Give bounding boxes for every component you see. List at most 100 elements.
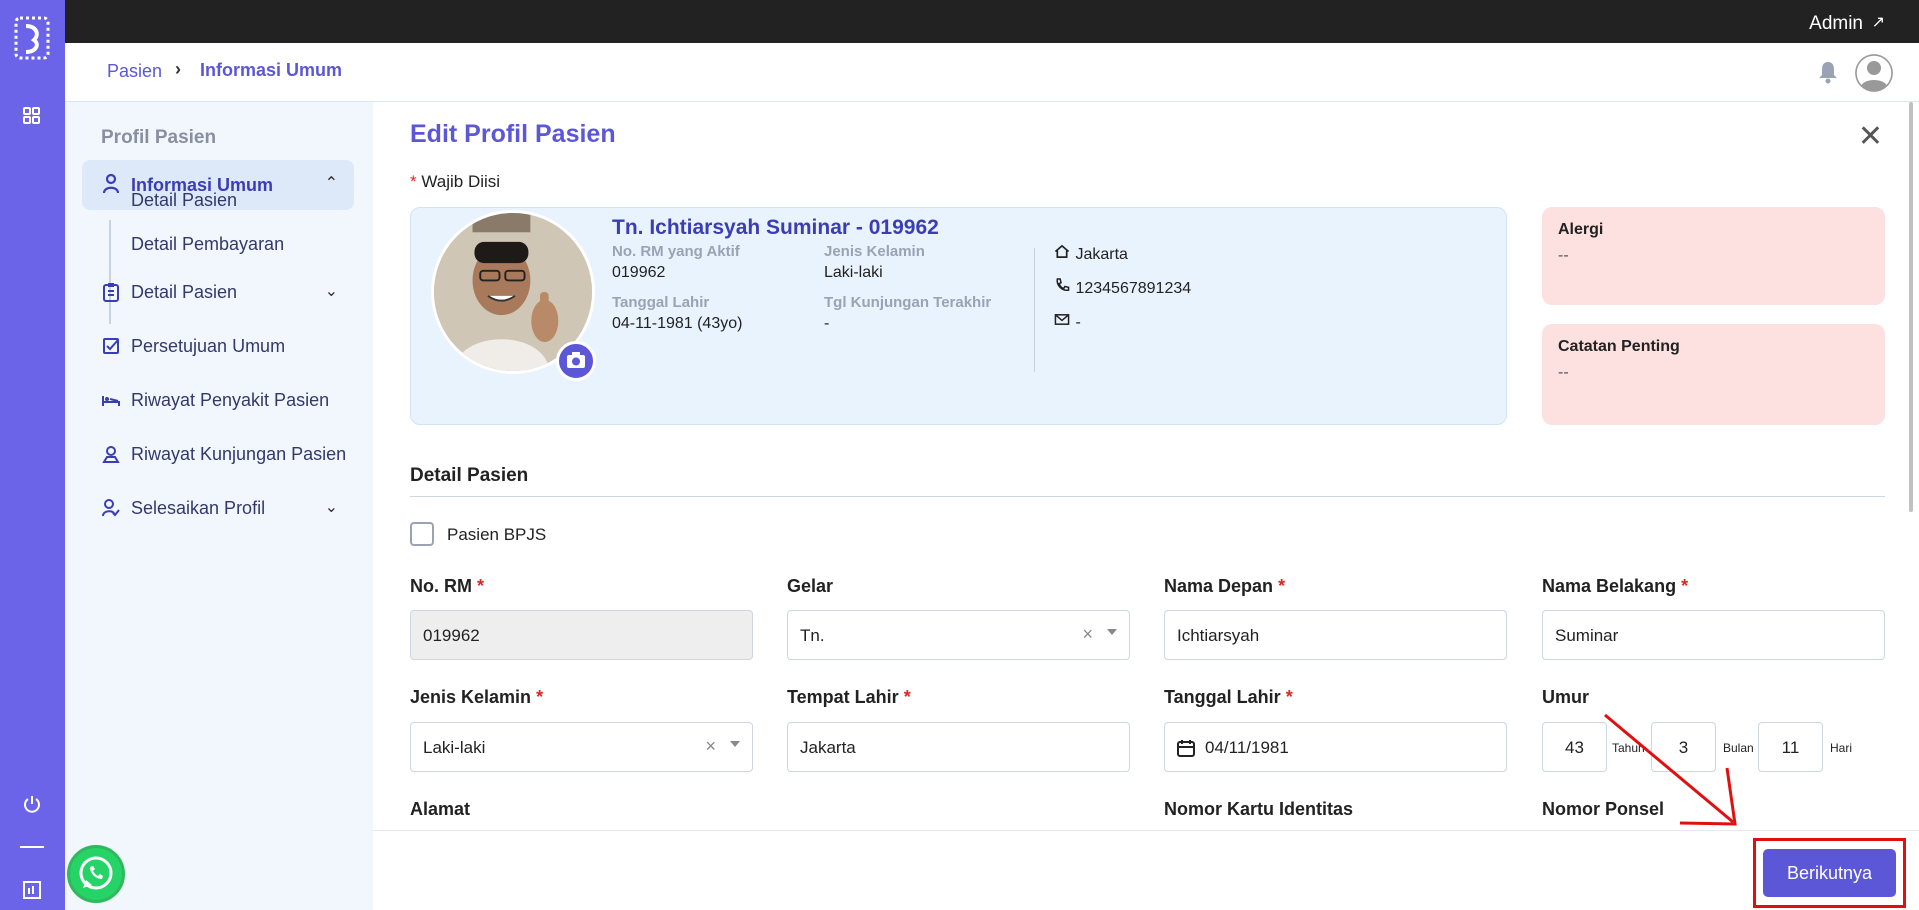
camera-glyph — [567, 352, 585, 368]
clipboard-icon — [103, 283, 119, 302]
chevron-up-icon: ⌃ — [324, 175, 338, 192]
age-years-value: 43 — [1565, 738, 1584, 757]
important-notes-box: Catatan Penting -- — [1542, 324, 1885, 425]
clear-icon[interactable]: × — [705, 736, 716, 757]
phone-row: 1234567891234 — [1053, 278, 1191, 298]
allergy-box: Alergi -- — [1542, 207, 1885, 305]
card-divider — [1034, 248, 1035, 372]
user-check-icon — [102, 499, 120, 517]
birthplace-label: Tempat Lahir * — [787, 687, 911, 708]
required-note-text: Wajib Diisi — [421, 172, 501, 191]
dob-date-input[interactable]: 04/11/1981 — [1164, 722, 1507, 772]
phone-value: 1234567891234 — [1075, 280, 1192, 297]
sidebar-item-label: Selesaikan Profil — [131, 498, 266, 518]
city-row: Jakarta — [1053, 244, 1128, 264]
dob-label: Tanggal Lahir — [612, 294, 710, 311]
breadcrumb-pasien-link[interactable]: Pasien — [107, 61, 162, 82]
bpjs-checkbox[interactable] — [410, 522, 434, 546]
report-icon[interactable] — [22, 880, 42, 900]
dob-field-label-text: Tanggal Lahir — [1164, 687, 1281, 707]
required-star: * — [1285, 687, 1293, 707]
sidebar-item-riwayat-kunjungan[interactable]: Riwayat Kunjungan Pasien — [82, 434, 354, 474]
top-bar: Admin ↗ — [65, 0, 1919, 43]
breadcrumb-current: Informasi Umum — [200, 60, 343, 80]
gelar-select-value: Tn. — [800, 626, 825, 645]
user-avatar-icon — [1855, 54, 1893, 92]
allergy-value: -- — [1558, 247, 1569, 264]
sidebar-item-selesaikan-profil[interactable]: Selesaikan Profil ⌄ — [82, 488, 354, 528]
required-star: * — [1278, 576, 1286, 596]
sidebar-subitem-detail-pasien[interactable]: Detail Pasien — [131, 190, 237, 211]
user-avatar[interactable] — [1855, 54, 1893, 92]
bpjs-label: Pasien BPJS — [447, 525, 547, 544]
last-name-label-text: Nama Belakang — [1542, 576, 1677, 596]
patient-summary-card: Tn. Ichtiarsyah Suminar - 019962 No. RM … — [410, 207, 1507, 425]
first-name-label: Nama Depan * — [1164, 576, 1285, 597]
close-icon[interactable]: ✕ — [1858, 122, 1883, 152]
dob-field-value: 04/11/1981 — [1205, 738, 1289, 757]
scrollbar[interactable] — [1909, 102, 1913, 512]
chevron-down-icon[interactable] — [1107, 629, 1117, 635]
sidebar-item-riwayat-penyakit[interactable]: Riwayat Penyakit Pasien — [82, 380, 354, 420]
person-icon — [102, 173, 120, 194]
required-star: * — [1681, 576, 1689, 596]
annotation-arrow-icon — [1604, 713, 1737, 826]
whatsapp-icon — [79, 856, 113, 890]
first-name-input[interactable]: Ichtiarsyah — [1164, 610, 1507, 660]
last-visit-label: Tgl Kunjungan Terakhir — [824, 294, 992, 311]
footer-bar — [373, 830, 1919, 910]
gender-select[interactable]: Laki-laki × — [410, 722, 753, 772]
sidebar-item-label: Persetujuan Umum — [131, 336, 286, 356]
chevron-down-icon[interactable] — [730, 741, 740, 747]
breadcrumb: Pasien › Informasi Umum — [65, 43, 1919, 102]
external-link-icon[interactable]: ↗ — [1872, 12, 1885, 32]
required-star: * — [903, 687, 911, 707]
rm-active-label: No. RM yang Aktif — [612, 243, 740, 260]
section-title: Detail Pasien — [410, 465, 529, 486]
age-days-input[interactable]: 11 — [1758, 722, 1823, 772]
age-days-value: 11 — [1781, 738, 1800, 757]
first-name-label-text: Nama Depan — [1164, 576, 1274, 596]
checkbox-icon — [103, 338, 119, 354]
email-value: - — [1075, 314, 1081, 331]
age-days-unit: Hari — [1830, 741, 1853, 755]
birthplace-label-text: Tempat Lahir — [787, 687, 899, 707]
gender-field-label: Jenis Kelamin * — [410, 687, 543, 708]
rm-active-value: 019962 — [612, 264, 666, 281]
id-card-label: Nomor Kartu Identitas — [1164, 799, 1354, 819]
sidebar-item-persetujuan-umum[interactable]: Persetujuan Umum — [82, 326, 354, 366]
birthplace-input[interactable]: Jakarta — [787, 722, 1130, 772]
camera-icon[interactable] — [556, 341, 596, 381]
home-icon — [1054, 244, 1070, 258]
sidebar-title: Profil Pasien — [101, 127, 217, 148]
chevron-down-icon: ⌄ — [324, 283, 338, 300]
dashboard-grid-icon[interactable] — [22, 106, 42, 126]
required-star: * — [410, 172, 417, 191]
sidebar-item-label: Riwayat Penyakit Pasien — [131, 390, 330, 410]
gender-select-value: Laki-laki — [423, 738, 486, 757]
notes-value: -- — [1558, 364, 1569, 381]
gelar-select[interactable]: Tn. × — [787, 610, 1130, 660]
last-visit-value: - — [824, 315, 830, 332]
notes-title: Catatan Penting — [1558, 338, 1680, 355]
city-value: Jakarta — [1075, 246, 1128, 263]
rm-label-text: No. RM — [410, 576, 472, 596]
age-label: Umur — [1542, 687, 1590, 707]
power-icon[interactable] — [22, 794, 42, 814]
clear-icon[interactable]: × — [1082, 624, 1093, 645]
sidebar-subitem-detail-pembayaran[interactable]: Detail Pembayaran — [131, 234, 284, 255]
sidebar-item-detail-pasien[interactable]: Detail Pasien ⌄ — [82, 272, 354, 312]
admin-user-label[interactable]: Admin — [1809, 13, 1863, 35]
last-name-input[interactable]: Suminar — [1542, 610, 1885, 660]
rail-divider — [20, 846, 44, 848]
sidebar-item-label: Detail Pasien — [131, 282, 238, 302]
gender-label: Jenis Kelamin — [824, 243, 925, 260]
rm-field-label: No. RM * — [410, 576, 484, 597]
phone-icon — [1056, 278, 1070, 291]
whatsapp-button[interactable] — [67, 845, 125, 903]
user-location-icon — [102, 446, 120, 463]
highlight-box — [1753, 838, 1906, 908]
breadcrumb-chevron-icon: › — [175, 59, 181, 79]
app-logo-icon[interactable] — [14, 14, 50, 62]
bell-icon[interactable] — [1817, 60, 1839, 84]
